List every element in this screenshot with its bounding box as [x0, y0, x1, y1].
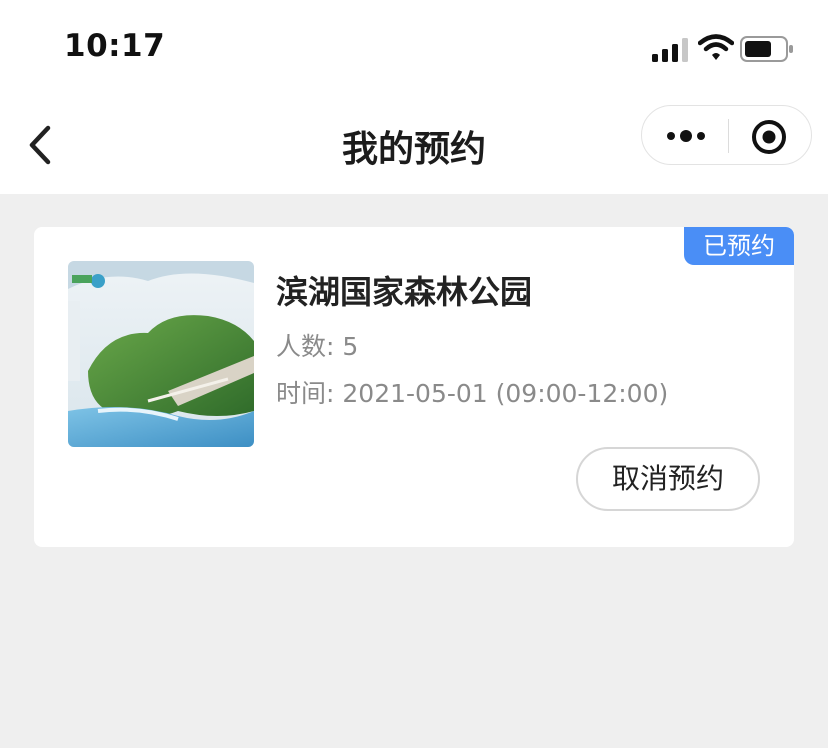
status-badge: 已预约 [684, 227, 794, 265]
wifi-icon [698, 34, 734, 60]
people-count-row: 人数: 5 [276, 327, 358, 363]
capsule-divider [728, 119, 729, 153]
more-dots-icon[interactable] [664, 122, 712, 150]
time-label: 时间: [276, 379, 335, 408]
battery-icon [740, 36, 793, 62]
status-time: 10:17 [64, 28, 166, 64]
mini-program-capsule [641, 105, 812, 165]
people-label: 人数: [276, 332, 335, 361]
time-row: 时间: 2021-05-01 (09:00-12:00) [276, 374, 668, 410]
people-value: 5 [342, 332, 359, 361]
reservation-card: 已预约 滨湖国家森林公园 人数: 5 时间: 2021-05-01 (09:00… [34, 227, 794, 547]
park-thumbnail-image[interactable] [68, 261, 254, 447]
target-circle-icon[interactable] [750, 118, 788, 156]
time-value: 2021-05-01 (09:00-12:00) [342, 379, 669, 408]
cell-signal-icon [652, 38, 688, 62]
cancel-reservation-button[interactable]: 取消预约 [576, 447, 760, 511]
park-name: 滨湖国家森林公园 [276, 273, 533, 311]
top-bar: 10:17 我的预约 [0, 0, 828, 194]
